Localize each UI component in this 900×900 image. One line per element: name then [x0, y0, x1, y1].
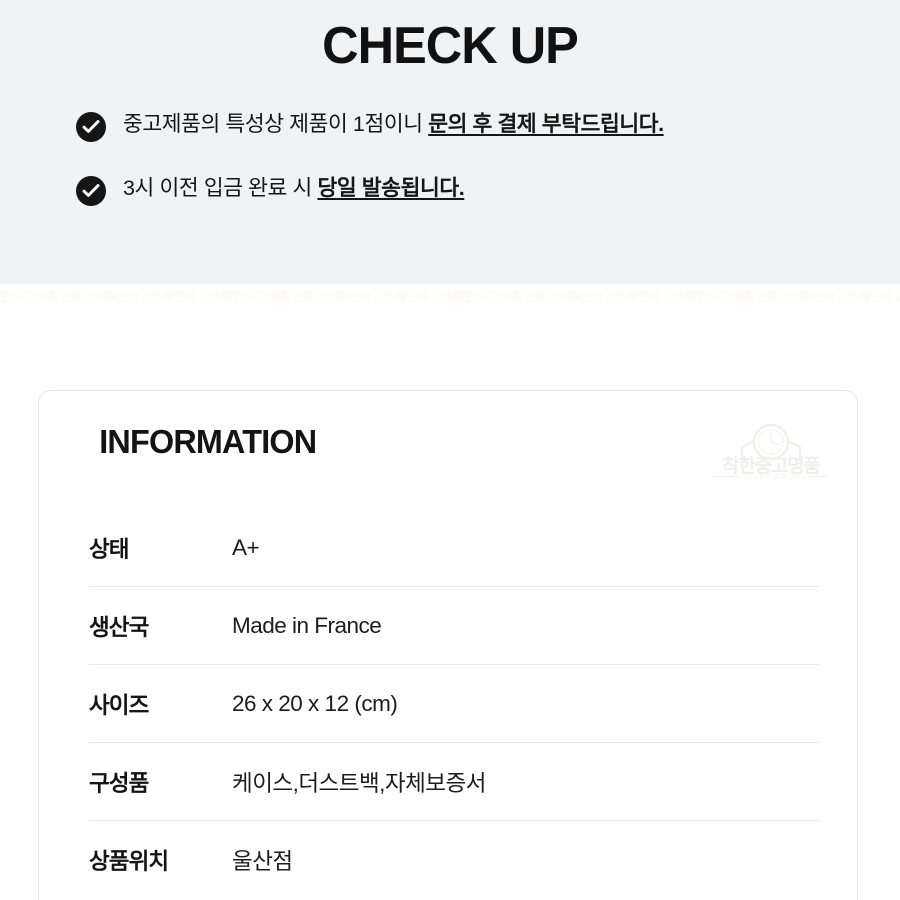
background-watermark-tile: 착한중고명품: [512, 289, 579, 304]
background-watermark-tile: 착한중고명품: [164, 289, 231, 304]
checkup-notice-plain: 중고제품의 특성상 제품이 1점이니: [123, 112, 429, 137]
background-watermark-tile: 착한중고명품: [48, 289, 115, 304]
spec-row: 상태 A+: [89, 509, 819, 587]
background-watermark-tile: 착한중고명품: [396, 289, 463, 304]
spec-label: 상태: [89, 536, 130, 562]
background-watermark-tile: 착한중고명품: [454, 289, 521, 304]
brand-watermark-logo: 착한중고명품 LUXURY GOODS: [712, 421, 830, 487]
checkup-section: CHECK UP 중고제품의 특성상 제품이 1점이니 문의 후 결제 부탁드립…: [0, 0, 900, 284]
information-heading: INFORMATION: [99, 423, 317, 460]
spec-row: 상품위치 울산점: [89, 821, 819, 899]
spec-value: A+: [232, 534, 260, 560]
spec-label: 생산국: [89, 614, 149, 640]
brand-watermark-latin: LUXURY GOODS: [736, 472, 806, 481]
checkup-notice-emphasis: 문의 후 결제 부탁드립니다.: [428, 112, 664, 137]
checkup-notice-text: 중고제품의 특성상 제품이 1점이니 문의 후 결제 부탁드립니다.: [123, 110, 664, 140]
checkup-notice-text: 3시 이전 입금 완료 시 당일 발송됩니다.: [123, 174, 465, 204]
checkup-notice-list: 중고제품의 특성상 제품이 1점이니 문의 후 결제 부탁드립니다. 3시 이전…: [0, 110, 900, 208]
check-circle-icon: [76, 112, 106, 143]
spec-row: 구성품 케이스,더스트백,자체보증서: [89, 743, 819, 821]
background-watermark-tile: 착한중고명품: [570, 289, 637, 304]
background-watermark-tile: 착한중고명품: [106, 289, 173, 304]
checkup-title: CHECK UP: [322, 17, 579, 75]
spec-value: 케이스,더스트백,자체보증서: [232, 770, 486, 796]
spec-value: 울산점: [232, 849, 293, 874]
background-watermark-tile: 착한중고명품: [744, 289, 811, 304]
spec-label: 구성품: [89, 770, 149, 796]
check-circle-icon: [76, 176, 106, 207]
background-watermark-tile: 착한중고명품: [280, 289, 347, 304]
background-watermark-tile: 착한중고명품: [860, 289, 900, 304]
checkup-notice-emphasis: 당일 발송됩니다.: [317, 176, 465, 201]
checkup-notice-item: 중고제품의 특성상 제품이 1점이니 문의 후 결제 부탁드립니다.: [76, 110, 900, 144]
information-spec-table: 상태 A+ 생산국 Made in France 사이즈 26 x 20 x 1…: [89, 509, 819, 899]
checkup-notice-plain: 3시 이전 입금 완료 시: [123, 176, 318, 201]
background-watermark-strip: 착한중고명품착한중고명품착한중고명품착한중고명품착한중고명품착한중고명품착한중고…: [0, 284, 900, 346]
information-card: INFORMATION 착한중고명품 LUXURY GOODS 상태 A+ 생산…: [38, 390, 858, 900]
spec-value: 26 x 20 x 12 (cm): [232, 690, 398, 716]
background-watermark-tile: 착한중고명품: [628, 289, 695, 304]
background-watermark-tile: 착한중고명품: [802, 289, 869, 304]
background-watermark-tile: 착한중고명품: [686, 289, 753, 304]
information-card-header: INFORMATION 착한중고명품 LUXURY GOODS: [39, 391, 857, 509]
spec-value: Made in France: [232, 612, 382, 638]
background-watermark-tile: 착한중고명품: [0, 289, 57, 304]
spec-row: 사이즈 26 x 20 x 12 (cm): [89, 665, 819, 743]
checkup-notice-item: 3시 이전 입금 완료 시 당일 발송됩니다.: [76, 174, 900, 208]
background-watermark-tile: 착한중고명품: [338, 289, 405, 304]
spec-label: 사이즈: [89, 692, 149, 718]
spec-row: 생산국 Made in France: [89, 587, 819, 665]
background-watermark-tile: 착한중고명품: [222, 289, 289, 304]
spec-label: 상품위치: [89, 849, 169, 874]
